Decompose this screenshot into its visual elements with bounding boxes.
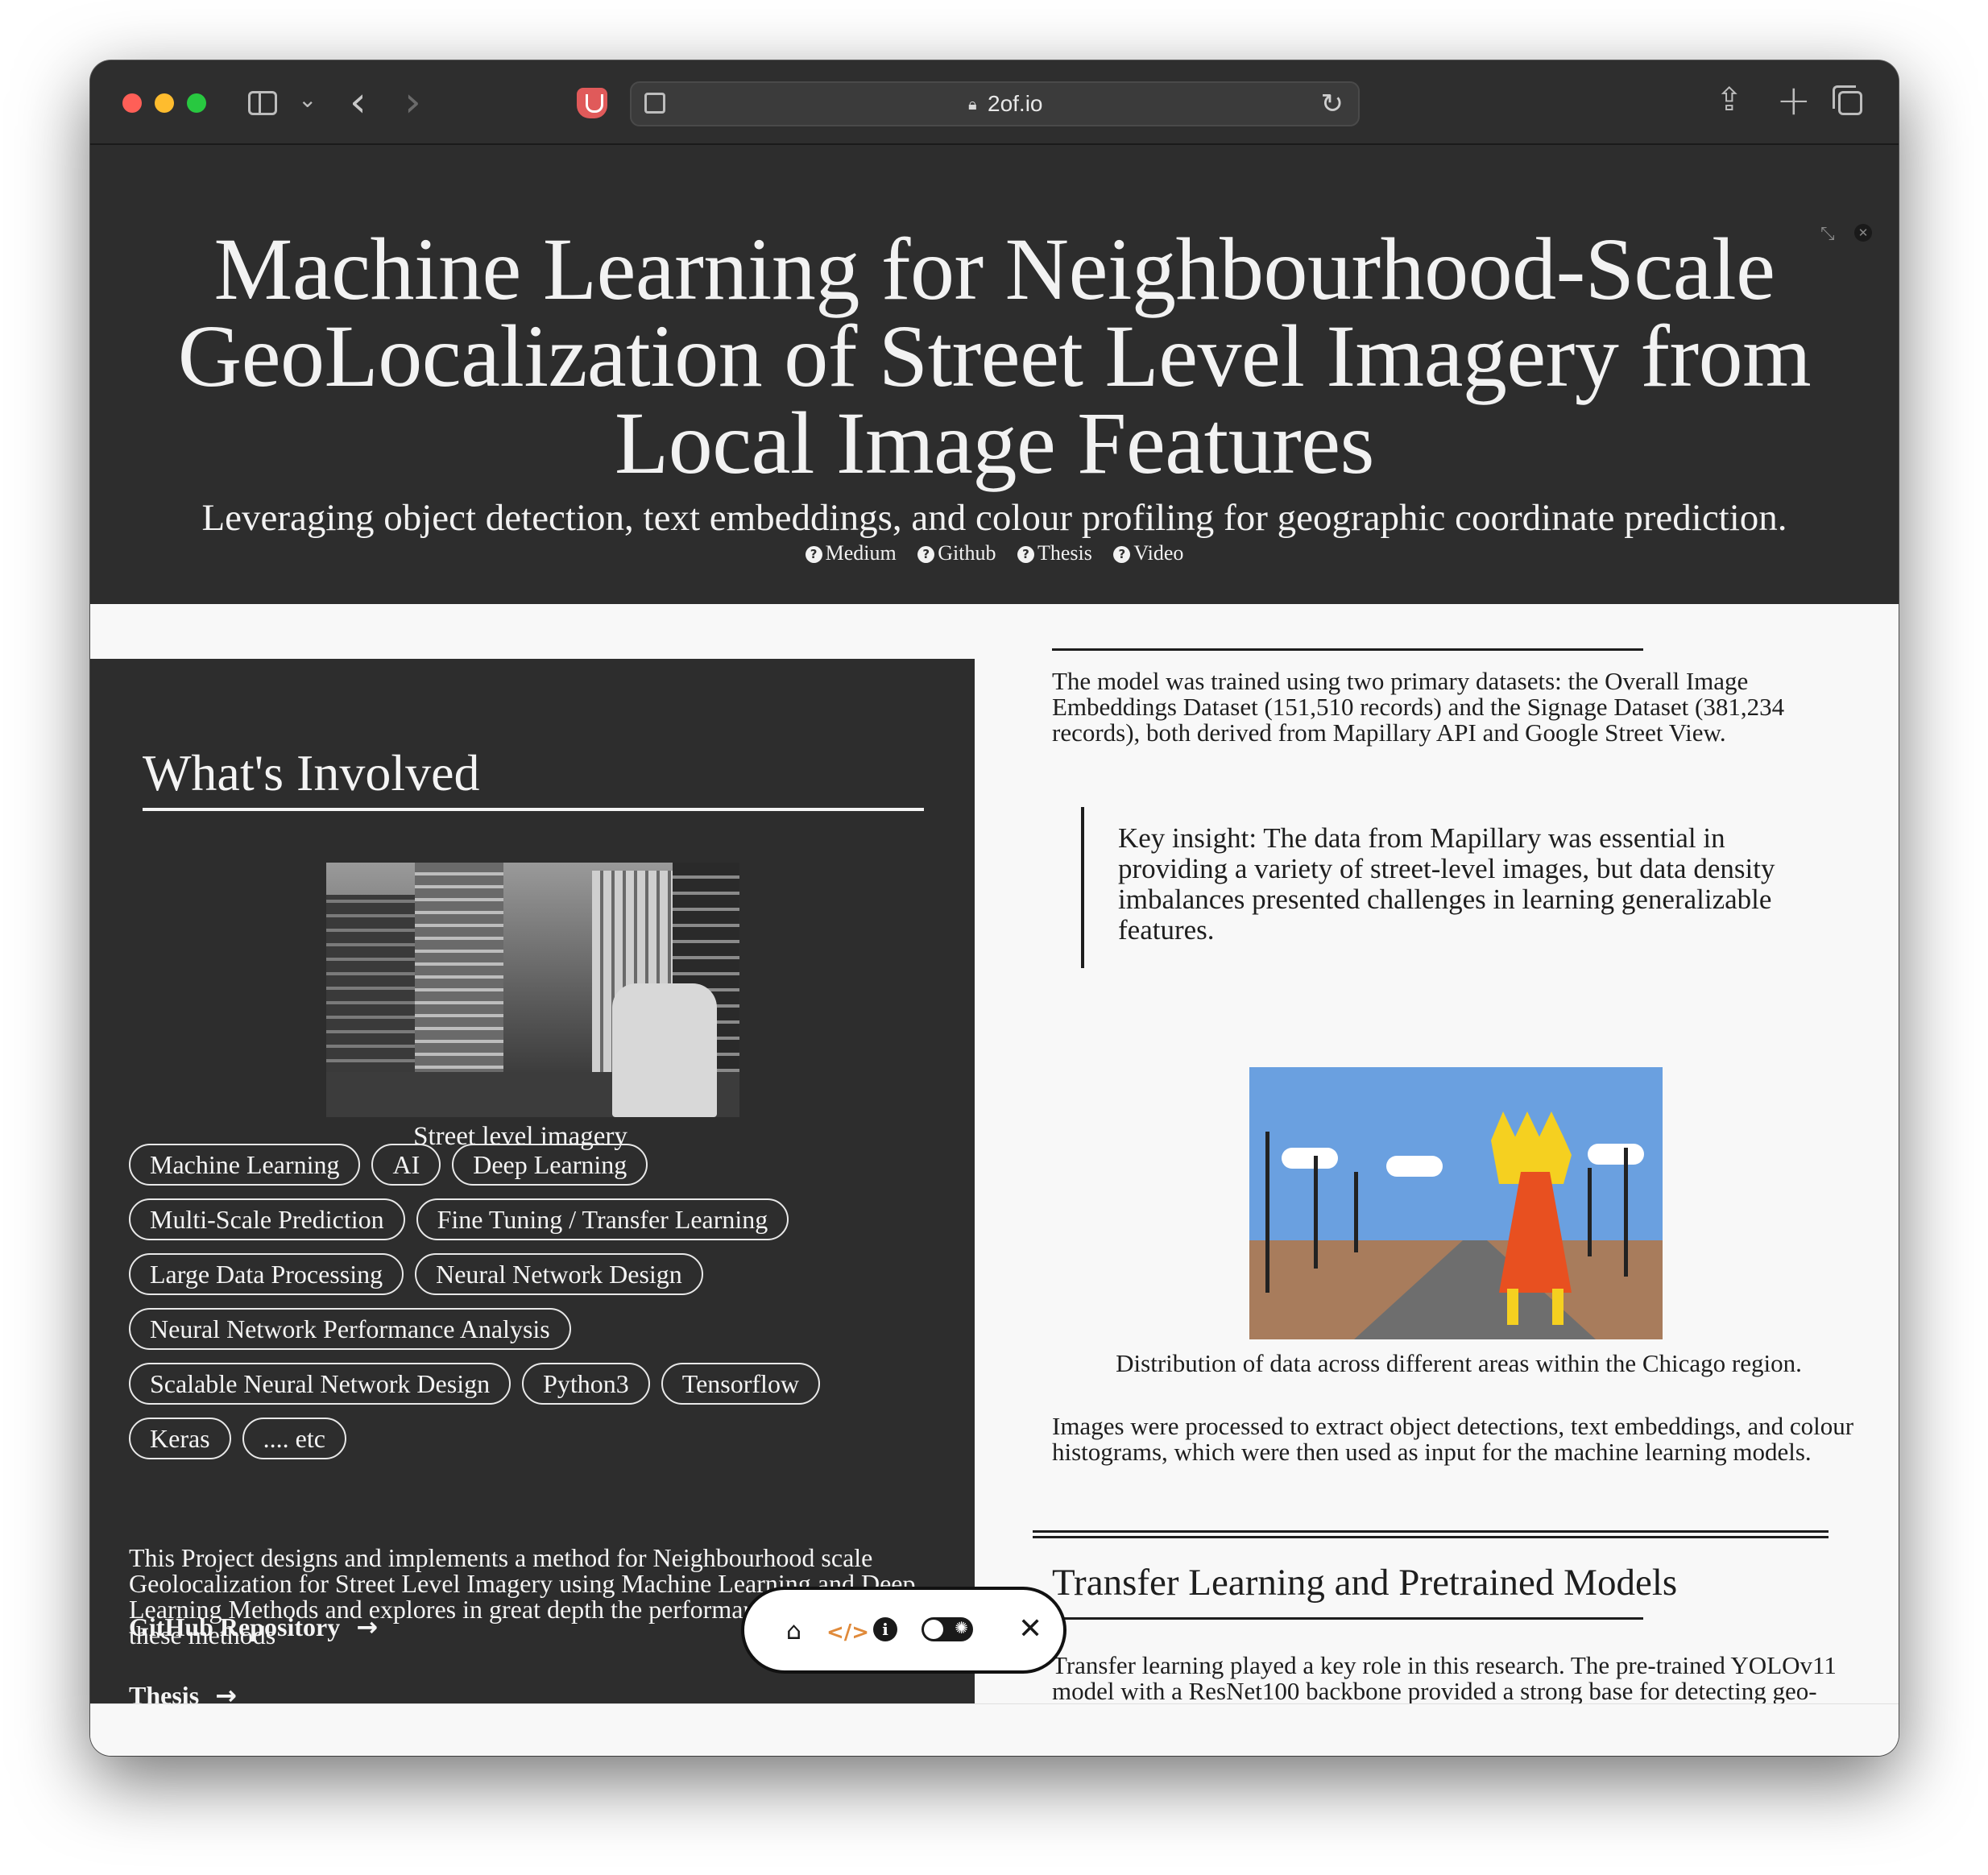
question-icon: ? [917,546,935,563]
processing-paragraph: Images were processed to extract object … [1052,1412,1854,1466]
divider [143,808,924,811]
tag[interactable]: Python3 [522,1363,650,1405]
data-distribution-image [1249,1067,1663,1339]
github-link[interactable]: ? Github [917,541,996,565]
section-heading: Transfer Learning and Pretrained Models [1052,1562,1678,1604]
zoom-window-button[interactable] [187,93,206,113]
tag[interactable]: Neural Network Design [415,1253,703,1295]
tag[interactable]: Deep Learning [452,1144,648,1186]
sidebar-toggle-icon[interactable] [248,91,277,115]
tag[interactable]: Tensorflow [661,1363,821,1405]
bottom-strip [90,1703,1899,1756]
question-icon: ? [1017,546,1034,563]
address-bar[interactable]: 🔒︎ 2of.io ↻ [630,81,1360,126]
close-icon[interactable]: ✕ [1018,1612,1042,1645]
datasets-paragraph: The model was trained using two primary … [1052,667,1785,747]
question-icon: ? [805,546,822,563]
new-tab-icon[interactable]: + [1776,77,1812,125]
key-insight-quote: Key insight: The data from Mapillary was… [1081,807,1806,968]
arrow-right-icon: → [215,1680,237,1703]
tag[interactable]: Large Data Processing [129,1253,404,1295]
minimize-window-button[interactable] [155,93,174,113]
hero-links: ? Medium ? Github ? Thesis ? Video [90,541,1899,565]
chevron-down-icon[interactable]: ⌄ [298,86,317,113]
street-level-image [326,863,739,1117]
double-divider [1033,1530,1829,1538]
arrow-right-icon: → [356,1612,379,1642]
code-icon[interactable]: </> [826,1620,869,1645]
tag[interactable]: Multi-Scale Prediction [129,1198,405,1240]
page-subtitle: Leveraging object detection, text embedd… [201,497,1787,539]
info-icon[interactable]: i [873,1617,897,1641]
divider [1052,1617,1643,1620]
close-window-button[interactable] [122,93,142,113]
skill-tags: Machine Learning AI Deep Learning Multi-Sc… [129,1134,959,1463]
forward-button-icon[interactable]: › [404,78,421,126]
browser-window: ⌄ ‹ › 🔒︎ 2of.io ↻ ⇪ + ⤡ ✕ Machine Learni… [90,60,1899,1756]
reload-icon[interactable]: ↻ [1321,88,1344,120]
url-text[interactable]: 2of.io [988,91,1043,117]
divider [1052,648,1643,651]
back-button-icon[interactable]: ‹ [350,78,367,126]
theme-toggle-icon[interactable] [922,1617,973,1641]
share-icon[interactable]: ⇪ [1716,81,1743,118]
floating-toolbar: ⌂ </> i ✕ [741,1587,1066,1674]
video-link[interactable]: ? Video [1113,541,1183,565]
main-content: What's Involved Street level imagery Mac… [90,604,1899,1756]
close-circle-icon[interactable]: ✕ [1854,224,1872,242]
medium-link[interactable]: ? Medium [805,541,897,565]
tag[interactable]: Neural Network Performance Analysis [129,1308,571,1350]
lock-icon: 🔒︎ [968,94,977,114]
reader-mode-icon[interactable] [644,93,665,114]
section-heading: What's Involved [143,744,480,801]
github-repository-link[interactable]: GitHub Repository → [129,1612,378,1642]
quote-text: Key insight: The data from Mapillary was… [1118,822,1775,946]
browser-titlebar: ⌄ ‹ › 🔒︎ 2of.io ↻ ⇪ + [90,60,1899,145]
image-caption: Distribution of data across different ar… [1116,1349,1802,1377]
tag[interactable]: Scalable Neural Network Design [129,1363,511,1405]
tag[interactable]: AI [371,1144,441,1186]
thesis-page-link[interactable]: Thesis → [129,1680,237,1703]
hero-header: ⤡ ✕ Machine Learning for Neighbourhood-S… [90,145,1899,604]
tab-overview-icon[interactable] [1833,85,1862,115]
thesis-link[interactable]: ? Thesis [1017,541,1092,565]
question-icon: ? [1113,546,1131,563]
home-icon[interactable]: ⌂ [786,1617,801,1645]
privacy-shield-icon[interactable] [577,88,607,118]
tag[interactable]: Fine Tuning / Transfer Learning [416,1198,789,1240]
tag[interactable]: Machine Learning [129,1144,361,1186]
tag[interactable]: .... etc [242,1418,346,1459]
tag[interactable]: Keras [129,1418,231,1459]
page-title: Machine Learning for Neighbourhood-Scale… [177,220,1812,492]
whats-involved-panel: What's Involved Street level imagery Mac… [90,659,975,1703]
